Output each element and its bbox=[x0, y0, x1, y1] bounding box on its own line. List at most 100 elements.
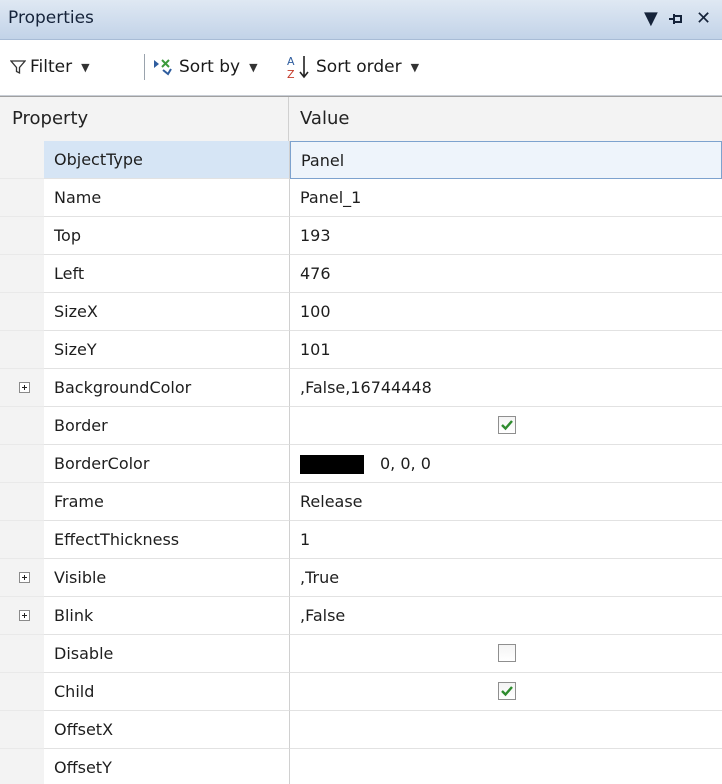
close-icon[interactable]: ✕ bbox=[696, 7, 711, 31]
property-row-blink[interactable]: Blink ,False bbox=[0, 597, 722, 635]
row-gutter bbox=[0, 635, 44, 673]
pin-icon[interactable] bbox=[667, 7, 685, 38]
property-value bbox=[290, 407, 722, 445]
expand-icon[interactable] bbox=[19, 610, 30, 621]
property-row-offsetx[interactable]: OffsetX bbox=[0, 711, 722, 749]
property-value[interactable]: 476 bbox=[290, 255, 722, 293]
border-checkbox[interactable] bbox=[498, 416, 516, 434]
checkmark-icon bbox=[501, 686, 513, 697]
sort-by-button[interactable]: Sort by ▼ bbox=[152, 52, 258, 82]
row-gutter bbox=[0, 331, 44, 369]
property-value[interactable] bbox=[290, 711, 722, 749]
sort-order-dropdown-icon: ▼ bbox=[410, 60, 420, 74]
property-name: BackgroundColor bbox=[44, 369, 290, 407]
property-name: OffsetX bbox=[44, 711, 290, 749]
property-name: Blink bbox=[44, 597, 290, 635]
sort-order-label: Sort order bbox=[316, 57, 402, 77]
property-name: Left bbox=[44, 255, 290, 293]
property-name: EffectThickness bbox=[44, 521, 290, 559]
property-name: OffsetY bbox=[44, 749, 290, 784]
property-value bbox=[290, 673, 722, 711]
property-grid-header: Property Value bbox=[0, 97, 722, 142]
property-value[interactable]: ,False bbox=[290, 597, 722, 635]
row-gutter bbox=[0, 217, 44, 255]
row-gutter bbox=[0, 597, 44, 635]
filter-icon bbox=[10, 60, 26, 75]
property-value[interactable]: Panel_1 bbox=[290, 179, 722, 217]
property-row-top[interactable]: Top 193 bbox=[0, 217, 722, 255]
row-gutter bbox=[0, 179, 44, 217]
property-name: Top bbox=[44, 217, 290, 255]
disable-checkbox[interactable] bbox=[498, 644, 516, 662]
property-row-name[interactable]: Name Panel_1 bbox=[0, 179, 722, 217]
svg-text:Z: Z bbox=[287, 68, 295, 81]
row-gutter bbox=[0, 711, 44, 749]
property-row-backgroundcolor[interactable]: BackgroundColor ,False,16744448 bbox=[0, 369, 722, 407]
property-name: Disable bbox=[44, 635, 290, 673]
sort-by-icon bbox=[154, 59, 172, 76]
row-gutter bbox=[0, 673, 44, 711]
property-value[interactable]: Panel bbox=[290, 141, 722, 179]
expand-icon[interactable] bbox=[19, 572, 30, 583]
property-row-objecttype[interactable]: ObjectType Panel bbox=[0, 141, 722, 179]
property-row-offsety[interactable]: OffsetY bbox=[0, 749, 722, 784]
property-row-disable[interactable]: Disable bbox=[0, 635, 722, 673]
property-value[interactable]: 1 bbox=[290, 521, 722, 559]
property-row-child[interactable]: Child bbox=[0, 673, 722, 711]
panel-title: Properties bbox=[8, 8, 94, 28]
property-value[interactable]: 100 bbox=[290, 293, 722, 331]
property-row-sizex[interactable]: SizeX 100 bbox=[0, 293, 722, 331]
property-column-header[interactable]: Property bbox=[0, 97, 289, 141]
filter-dropdown-icon: ▼ bbox=[81, 60, 90, 74]
property-name: Visible bbox=[44, 559, 290, 597]
sort-by-dropdown-icon: ▼ bbox=[249, 60, 258, 74]
property-row-effectthickness[interactable]: EffectThickness 1 bbox=[0, 521, 722, 559]
property-value[interactable]: Release bbox=[290, 483, 722, 521]
filter-button[interactable]: Filter ▼ bbox=[10, 52, 90, 82]
color-swatch[interactable] bbox=[300, 455, 364, 474]
row-gutter bbox=[0, 141, 44, 179]
sort-order-button[interactable]: A Z Sort order ▼ bbox=[286, 52, 419, 82]
checkmark-icon bbox=[501, 420, 513, 431]
property-row-left[interactable]: Left 476 bbox=[0, 255, 722, 293]
property-value[interactable] bbox=[290, 749, 722, 784]
expand-icon[interactable] bbox=[19, 382, 30, 393]
property-name: ObjectType bbox=[44, 141, 290, 179]
property-row-sizey[interactable]: SizeY 101 bbox=[0, 331, 722, 369]
row-gutter bbox=[0, 255, 44, 293]
property-row-bordercolor[interactable]: BorderColor 0, 0, 0 bbox=[0, 445, 722, 483]
property-value[interactable]: 0, 0, 0 bbox=[290, 445, 722, 483]
properties-title-bar: Properties ▼ ✕ bbox=[0, 0, 722, 40]
row-gutter bbox=[0, 521, 44, 559]
property-value[interactable]: ,True bbox=[290, 559, 722, 597]
properties-toolbar: Filter ▼ Sort by ▼ A Z Sort order ▼ bbox=[0, 40, 722, 96]
property-name: Frame bbox=[44, 483, 290, 521]
sort-order-icon: A Z bbox=[287, 55, 309, 81]
property-value[interactable]: 193 bbox=[290, 217, 722, 255]
property-value[interactable]: ,False,16744448 bbox=[290, 369, 722, 407]
property-value bbox=[290, 635, 722, 673]
property-row-border[interactable]: Border bbox=[0, 407, 722, 445]
property-row-frame[interactable]: Frame Release bbox=[0, 483, 722, 521]
row-gutter bbox=[0, 407, 44, 445]
property-name: Border bbox=[44, 407, 290, 445]
property-name: Child bbox=[44, 673, 290, 711]
row-gutter bbox=[0, 369, 44, 407]
color-value-text: 0, 0, 0 bbox=[380, 454, 431, 473]
property-value[interactable]: 101 bbox=[290, 331, 722, 369]
property-row-visible[interactable]: Visible ,True bbox=[0, 559, 722, 597]
property-name: Name bbox=[44, 179, 290, 217]
property-name: SizeX bbox=[44, 293, 290, 331]
child-checkbox[interactable] bbox=[498, 682, 516, 700]
svg-text:A: A bbox=[287, 55, 295, 68]
window-position-dropdown-icon[interactable]: ▼ bbox=[644, 7, 658, 31]
property-name: BorderColor bbox=[44, 445, 290, 483]
row-gutter bbox=[0, 293, 44, 331]
row-gutter bbox=[0, 749, 44, 784]
property-name: SizeY bbox=[44, 331, 290, 369]
value-column-header[interactable]: Value bbox=[290, 97, 722, 141]
row-gutter bbox=[0, 483, 44, 521]
row-gutter bbox=[0, 559, 44, 597]
property-grid: Property Value ObjectType Panel Name Pan… bbox=[0, 96, 722, 784]
filter-label: Filter bbox=[30, 57, 73, 77]
